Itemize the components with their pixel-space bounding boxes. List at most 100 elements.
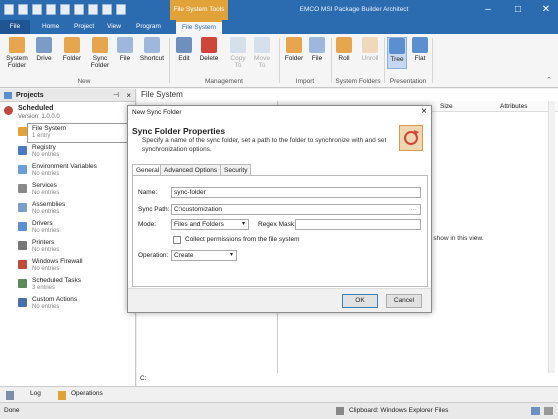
tab-file[interactable]: File [0,20,30,34]
system-folder-icon [9,37,25,53]
tree-item-icon [18,127,27,136]
ribbon-tabs: Home Project View Program File System [0,20,558,34]
status-text: Done [4,407,20,414]
tree-item-icon [18,146,27,155]
roll-button[interactable]: Roll [335,37,353,62]
tab-view[interactable]: View [101,20,127,34]
tree-item-count: 3 entries [32,285,56,291]
status-bar: Done Clipboard: Windows Explorer Files [0,402,558,419]
tab-home[interactable]: Home [36,20,65,34]
tree-item[interactable]: Environment Variables No entries [0,162,136,180]
project-version: Version: 1.0.0.0 [18,114,60,120]
dialog-close-icon[interactable]: × [421,106,427,117]
group-label-management: Management [205,78,243,85]
new-sync-folder-dialog: New Sync Folder × Sync Folder Properties… [127,105,432,313]
scrollbar[interactable] [548,101,555,373]
tab-operations[interactable]: Operations [71,390,103,397]
tree-item[interactable]: Drivers No entries [0,219,136,237]
settings-icon[interactable] [60,4,70,15]
column-header-size[interactable]: Size [440,103,453,110]
tree-item[interactable]: Windows Firewall No entries [0,257,136,275]
mode-select[interactable]: Files and Folders ▾ [171,219,249,230]
projects-icon [4,92,12,99]
close-icon[interactable]: ✕ [536,0,556,20]
column-header-attributes[interactable]: Attributes [500,103,527,110]
tab-program[interactable]: Program [130,20,167,34]
delete-button[interactable]: Delete [198,37,220,62]
collect-permissions-checkbox[interactable] [173,236,181,244]
tree-item-count: No entries [32,228,60,234]
ok-button[interactable]: OK [342,294,378,308]
bottom-tabs: Log Operations [0,386,558,402]
tab-log[interactable]: Log [30,390,41,397]
copy-icon [230,37,246,53]
file-button[interactable]: File [116,37,134,62]
tree-item[interactable]: Scheduled Tasks 3 entries [0,276,136,294]
empty-message: o show in this view. [428,235,484,242]
dialog-footer: OK Cancel [128,288,431,312]
edit-button[interactable]: Edit [176,37,192,62]
chevron-down-icon: ▾ [241,221,245,227]
tree-item[interactable]: Custom Actions No entries [0,295,136,313]
roll-icon [336,37,352,53]
copy-to-button[interactable]: Copy To [228,37,248,69]
open-icon[interactable] [32,4,42,15]
tree-item-label: Windows Firewall [32,258,83,265]
projects-pane: Projects ⊣ × Scheduled Version: 1.0.0.0 … [0,89,149,386]
shortcut-button[interactable]: Shortcut [138,37,166,62]
name-label: Name: [138,189,158,196]
regex-mask-field[interactable] [295,219,421,230]
tree-item[interactable]: Registry No entries [0,143,136,161]
mode-label: Mode: [138,221,157,228]
name-field[interactable]: sync-folder [171,187,421,198]
tree-item[interactable]: Printers No entries [0,238,136,256]
delete-icon [201,37,217,53]
drive-button[interactable]: Drive [34,37,54,62]
tree-item-icon [18,298,27,307]
title-bar: File System Tools EMCO MSI Package Build… [0,0,558,20]
save-icon[interactable] [46,4,56,15]
sync-folder-button[interactable]: Sync Folder [89,37,111,69]
browse-icon[interactable]: … [411,204,418,213]
folder-button[interactable]: Folder [62,37,82,62]
run-icon[interactable] [88,4,98,15]
customize-icon[interactable] [116,4,126,15]
chevron-down-icon: ▾ [229,252,233,258]
project-icon [4,106,13,115]
project-name[interactable]: Scheduled [18,105,53,112]
import-folder-button[interactable]: Folder [284,37,304,62]
sync-path-field[interactable]: C:\customization … [171,204,421,215]
flat-view-button[interactable]: Flat [411,37,429,62]
tree-item-count: No entries [32,171,60,177]
help-icon[interactable] [102,4,112,15]
import-file-button[interactable]: File [308,37,326,62]
new-icon[interactable] [18,4,28,15]
tree-item-label: Drivers [32,220,53,227]
context-tab-header: File System Tools [170,0,228,20]
tree-item-count: No entries [32,152,60,158]
settings-icon[interactable] [544,407,553,415]
operation-select[interactable]: Create ▾ [171,250,237,261]
build-icon[interactable] [74,4,84,15]
minimize-icon[interactable]: – [478,0,498,20]
tab-file-system[interactable]: File System [176,20,222,34]
shortcut-icon [144,37,160,53]
tree-item[interactable]: Services No entries [0,181,136,199]
import-file-icon [309,37,325,53]
cancel-button[interactable]: Cancel [386,294,422,308]
tab-project[interactable]: Project [68,20,100,34]
notification-icon[interactable] [531,407,540,415]
pin-icon[interactable]: ⊣ [113,89,119,102]
close-pane-icon[interactable]: × [126,89,131,102]
unroll-icon [362,37,378,53]
unroll-button[interactable]: Unroll [359,37,381,62]
tree-item-count: No entries [32,266,60,272]
maximize-icon[interactable]: □ [508,0,528,20]
tree-item-count: No entries [32,247,60,253]
tree-view-button[interactable]: Tree [387,37,407,69]
tree-item-icon [18,260,27,269]
collapse-ribbon-icon[interactable]: ⌃ [546,76,552,84]
tree-item[interactable]: Assemblies No entries [0,200,136,218]
system-folder-button[interactable]: System Folder [4,37,30,69]
move-to-button[interactable]: Move To [252,37,272,69]
